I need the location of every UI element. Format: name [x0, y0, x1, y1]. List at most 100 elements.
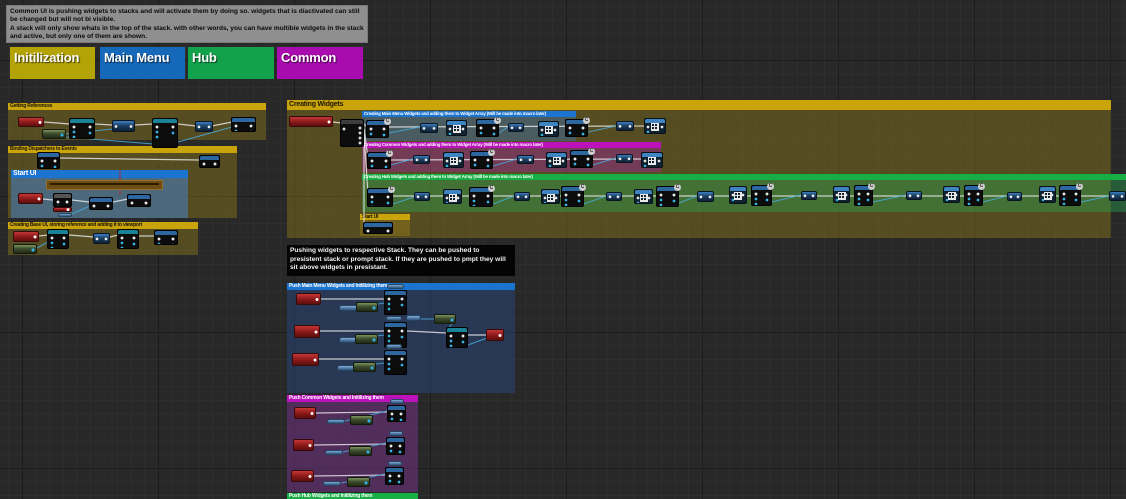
node-array-add[interactable]: [634, 189, 653, 204]
node-compact-function[interactable]: [112, 120, 135, 132]
node-compact-function[interactable]: [906, 191, 922, 200]
node-event[interactable]: [294, 325, 320, 338]
node-variable-pill[interactable]: [406, 315, 421, 321]
node-function[interactable]: [199, 155, 220, 168]
node-array-add[interactable]: [446, 120, 467, 136]
node-function[interactable]: [152, 118, 178, 148]
node-compact-function[interactable]: [93, 233, 110, 244]
node-function[interactable]: [385, 467, 404, 485]
node-variable-pill[interactable]: [389, 431, 403, 436]
node-compact-function[interactable]: [195, 121, 213, 132]
node-function[interactable]: C: [469, 187, 493, 207]
node-pure-function[interactable]: [42, 129, 66, 139]
node-event[interactable]: [486, 329, 504, 341]
node-array-add[interactable]: [644, 118, 666, 134]
node-array-add[interactable]: [833, 186, 850, 203]
node-compact-function[interactable]: [1007, 192, 1022, 201]
comment-note-common-ui[interactable]: Common UI is pushing widgets to stacks a…: [6, 5, 368, 43]
node-event[interactable]: [293, 439, 314, 451]
node-function[interactable]: C: [367, 188, 393, 207]
node-function[interactable]: C: [1059, 185, 1081, 206]
node-variable-pill[interactable]: [390, 399, 404, 404]
node-array-add[interactable]: [1039, 186, 1056, 203]
node-function[interactable]: C: [561, 186, 584, 207]
node-function[interactable]: C: [570, 150, 593, 168]
node-array-add[interactable]: [943, 186, 960, 203]
node-function[interactable]: C: [964, 185, 983, 206]
node-function[interactable]: C: [751, 185, 772, 206]
node-function[interactable]: [47, 229, 69, 249]
node-array-add[interactable]: [641, 152, 663, 168]
node-function[interactable]: [69, 118, 95, 139]
node-function[interactable]: [89, 197, 113, 210]
node-event[interactable]: [18, 117, 44, 127]
node-pure-function[interactable]: [347, 477, 370, 487]
node-variable-pill[interactable]: [386, 316, 402, 321]
tab-comment-main-menu[interactable]: Main Menu: [100, 47, 185, 79]
node-pure-function[interactable]: [356, 302, 378, 312]
node-function[interactable]: [386, 437, 405, 455]
node-function[interactable]: C: [854, 185, 873, 206]
node-compact-function[interactable]: [413, 155, 430, 164]
node-pure-function[interactable]: [434, 314, 456, 324]
node-function[interactable]: [53, 193, 72, 207]
node-compact-function[interactable]: [414, 192, 430, 201]
node-compact-function[interactable]: [606, 192, 622, 201]
node-event[interactable]: [18, 193, 43, 204]
node-pure-function[interactable]: [13, 244, 37, 254]
node-function[interactable]: [384, 350, 407, 375]
node-array-add[interactable]: [546, 152, 567, 168]
node-compact-function[interactable]: [420, 123, 438, 133]
node-function[interactable]: C: [366, 120, 389, 138]
node-function[interactable]: C: [656, 186, 679, 207]
node-pure-function[interactable]: [349, 446, 372, 456]
node-variable-pill[interactable]: [58, 213, 72, 217]
node-event[interactable]: [296, 293, 321, 305]
node-array-add[interactable]: [538, 121, 559, 137]
node-array-add[interactable]: [541, 189, 560, 204]
node-function[interactable]: C: [470, 151, 493, 169]
node-function[interactable]: C: [367, 152, 391, 169]
node-variable-pill[interactable]: [386, 344, 402, 349]
node-compact-function[interactable]: [514, 192, 530, 201]
node-compact-function[interactable]: [616, 154, 633, 163]
node-function[interactable]: [127, 194, 151, 207]
node-variable-pill[interactable]: [325, 450, 343, 455]
node-variable-pill[interactable]: [323, 481, 341, 486]
node-note[interactable]: [46, 180, 163, 190]
node-function[interactable]: [446, 327, 468, 348]
node-event[interactable]: [13, 231, 39, 242]
node-function[interactable]: [154, 230, 178, 245]
node-event[interactable]: [294, 407, 316, 419]
node-sequence[interactable]: [340, 119, 364, 147]
node-compact-function[interactable]: [517, 155, 534, 164]
node-event[interactable]: [291, 470, 314, 482]
node-pure-function[interactable]: [353, 362, 376, 372]
tab-comment-common[interactable]: Common: [277, 47, 363, 79]
tab-comment-initilization[interactable]: Initilization: [10, 47, 95, 79]
node-compact-function[interactable]: [801, 191, 817, 200]
node-function[interactable]: [117, 229, 139, 249]
node-pure-function[interactable]: [355, 334, 378, 344]
graph-canvas[interactable]: Getting ReferencesBinding Dispatchers to…: [0, 0, 1126, 499]
node-compact-function[interactable]: [508, 123, 524, 132]
node-function[interactable]: [37, 152, 60, 169]
comment-note-pushing-widgets[interactable]: Pushing widgets to respective Stack. The…: [287, 245, 515, 276]
node-function[interactable]: [384, 290, 407, 315]
node-function[interactable]: C: [476, 119, 499, 137]
node-variable-pill[interactable]: [388, 461, 402, 466]
node-array-add[interactable]: [443, 152, 464, 168]
node-function[interactable]: [231, 117, 256, 132]
node-array-add[interactable]: [443, 189, 462, 204]
node-function[interactable]: [363, 222, 393, 234]
node-variable-pill[interactable]: [327, 419, 345, 424]
node-function[interactable]: C: [565, 119, 588, 137]
node-pure-function[interactable]: [350, 415, 373, 425]
node-compact-function[interactable]: [1109, 191, 1126, 201]
node-event[interactable]: [292, 353, 319, 366]
node-compact-function[interactable]: [616, 121, 634, 131]
node-variable-pill[interactable]: [387, 284, 404, 289]
node-event[interactable]: [53, 207, 72, 212]
tab-comment-hub[interactable]: Hub: [188, 47, 274, 79]
node-event[interactable]: [289, 116, 333, 127]
